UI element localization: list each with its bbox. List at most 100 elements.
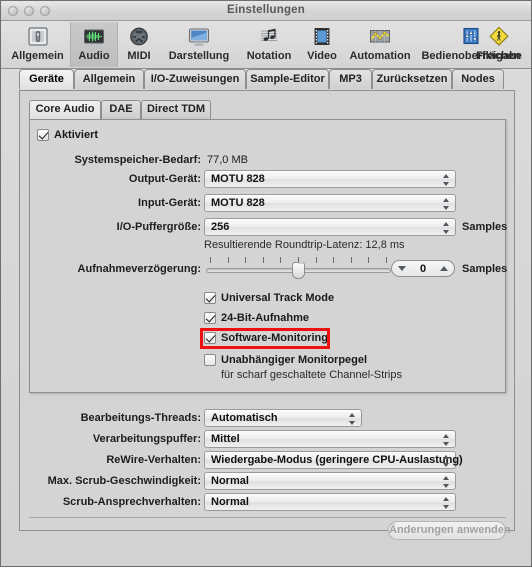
checkbox-universal-track-mode[interactable]: Universal Track Mode xyxy=(204,292,334,304)
slider-tick xyxy=(386,257,387,263)
toolbar-item-label: Video xyxy=(307,50,337,62)
slider-tick xyxy=(280,257,281,263)
label-systemspeicher-bedarf: Systemspeicher-Bedarf: xyxy=(74,154,201,166)
tab-direct-tdm[interactable]: Direct TDM xyxy=(141,100,211,119)
tab-mp3[interactable]: MP3 xyxy=(329,69,372,89)
chevron-updown-icon xyxy=(443,197,450,211)
preferences-tabbar: Geräte Allgemein I/O-Zuweisungen Sample-… xyxy=(1,69,532,91)
notes-icon xyxy=(238,25,300,49)
stepper-aufnahmeverzoegerung[interactable]: 0 xyxy=(391,260,455,277)
checkbox-label: Unabhängiger Monitorpegel xyxy=(221,354,368,366)
slider-tick xyxy=(245,257,246,263)
toolbar-item-label: Freigabe xyxy=(476,50,522,62)
toolbar-item-freigabe[interactable]: Freigabe xyxy=(467,22,531,67)
preferences-window: Einstellungen Allgemein Audio MIDI Darst… xyxy=(0,0,532,567)
popup-value: Mittel xyxy=(211,433,240,445)
chevron-updown-icon xyxy=(443,475,450,489)
label-rewire-verhalten: ReWire-Verhalten: xyxy=(106,454,201,466)
tab-nodes[interactable]: Nodes xyxy=(452,69,504,89)
tab-geraete[interactable]: Geräte xyxy=(19,69,74,89)
toolbar-item-label: Automation xyxy=(349,50,411,62)
apply-changes-button[interactable]: Änderungen anwenden xyxy=(388,521,511,540)
popup-max-scrub-geschwindigkeit[interactable]: Normal xyxy=(204,472,456,490)
checkbox-label: Universal Track Mode xyxy=(221,292,335,304)
popup-value: MOTU 828 xyxy=(211,197,265,209)
toolbar-item-label: Notation xyxy=(246,50,292,62)
label-scrub-ansprechverhalten: Scrub-Ansprechverhalten: xyxy=(62,496,201,508)
unit-aufnahmeverzoegerung: Samples xyxy=(462,263,508,275)
checkbox-box-icon xyxy=(204,332,216,344)
tab-zuruecksetzen[interactable]: Zurücksetzen xyxy=(372,69,452,89)
chevron-updown-icon xyxy=(443,221,450,235)
window-title: Einstellungen xyxy=(227,4,305,16)
slider-tick xyxy=(368,257,369,263)
chevron-updown-icon xyxy=(443,433,450,447)
popup-input-geraet[interactable]: MOTU 828 xyxy=(204,194,456,212)
label-aufnahmeverzoegerung: Aufnahmeverzögerung: xyxy=(77,263,201,275)
chevron-updown-icon xyxy=(443,173,450,187)
label-bearbeitungs-threads: Bearbeitungs-Threads: xyxy=(80,412,201,424)
unit-io-puffergroesse: Samples xyxy=(462,221,508,233)
slider-thumb[interactable] xyxy=(292,259,305,279)
slider-tick xyxy=(333,257,334,263)
slider-aufnahmeverzoegerung[interactable] xyxy=(206,257,391,279)
automation-icon xyxy=(344,25,416,49)
label-output-geraet: Output-Gerät: xyxy=(128,173,201,185)
toolbar-item-video[interactable]: Video xyxy=(300,22,344,67)
monitor-sublabel: für scharf geschaltete Channel-Strips xyxy=(221,369,402,381)
popup-output-geraet[interactable]: MOTU 828 xyxy=(204,170,456,188)
stepper-increment-icon[interactable] xyxy=(440,266,448,271)
window-titlebar: Einstellungen xyxy=(1,1,531,21)
slider-tick xyxy=(210,257,211,263)
label-io-puffergroesse: I/O-Puffergröße: xyxy=(116,221,201,233)
value-systemspeicher-bedarf: 77,0 MB xyxy=(207,154,248,166)
toolbar-item-automation[interactable]: Automation xyxy=(344,22,416,67)
popup-scrub-ansprechverhalten[interactable]: Normal xyxy=(204,493,456,511)
popup-value: Normal xyxy=(211,475,249,487)
popup-verarbeitungspuffer[interactable]: Mittel xyxy=(204,430,456,448)
tab-allgemein[interactable]: Allgemein xyxy=(74,69,144,89)
checkbox-box-icon xyxy=(204,312,216,324)
toolbar-item-midi[interactable]: MIDI xyxy=(118,22,160,67)
preferences-toolbar: Allgemein Audio MIDI Darstellung Notatio… xyxy=(1,21,531,69)
slider-tick xyxy=(228,257,229,263)
chevron-updown-icon xyxy=(443,454,450,468)
label-verarbeitungspuffer: Verarbeitungspuffer: xyxy=(92,433,201,445)
checkbox-box-icon xyxy=(204,354,216,366)
tab-sample-editor[interactable]: Sample-Editor xyxy=(246,69,329,89)
slider-tick xyxy=(316,257,317,263)
toolbar-item-darstellung[interactable]: Darstellung xyxy=(160,22,238,67)
popup-bearbeitungs-threads[interactable]: Automatisch xyxy=(204,409,362,427)
checkbox-aktiviert[interactable]: Aktiviert xyxy=(37,129,98,141)
checkbox-box-icon xyxy=(204,292,216,304)
popup-value: 256 xyxy=(211,221,230,233)
tab-core-audio[interactable]: Core Audio xyxy=(29,100,101,119)
tab-io-zuweisungen[interactable]: I/O-Zuweisungen xyxy=(144,69,246,89)
sharing-icon xyxy=(467,25,531,49)
toolbar-item-label: MIDI xyxy=(127,50,151,62)
tab-dae[interactable]: DAE xyxy=(101,100,141,119)
chevron-updown-icon xyxy=(349,412,356,426)
chevron-updown-icon xyxy=(443,496,450,510)
display-icon xyxy=(160,25,238,49)
label-max-scrub-geschwindigkeit: Max. Scrub-Geschwindigkeit: xyxy=(47,475,201,487)
checkbox-label: Software-Monitoring xyxy=(221,332,328,344)
popup-value: Normal xyxy=(211,496,249,508)
toolbar-item-label: Allgemein xyxy=(11,50,64,62)
slider-tick xyxy=(351,257,352,263)
checkbox-box-icon xyxy=(37,129,49,141)
toolbar-item-allgemein[interactable]: Allgemein xyxy=(5,22,70,67)
toolbar-item-label: Audio xyxy=(78,50,110,62)
popup-value: Automatisch xyxy=(211,412,278,424)
label-input-geraet: Input-Gerät: xyxy=(138,197,201,209)
popup-io-puffergroesse[interactable]: 256 xyxy=(204,218,456,236)
footer-separator xyxy=(29,517,506,518)
popup-rewire-verhalten[interactable]: Wiedergabe-Modus (geringere CPU-Auslastu… xyxy=(204,451,463,469)
checkbox-24-bit-aufnahme[interactable]: 24-Bit-Aufnahme xyxy=(204,312,309,324)
film-icon xyxy=(300,25,344,49)
checkbox-software-monitoring[interactable]: Software-Monitoring xyxy=(204,332,328,344)
checkbox-unabhaengiger-monitorpegel[interactable]: Unabhängiger Monitorpegel xyxy=(204,354,367,366)
toolbar-item-audio[interactable]: Audio xyxy=(70,22,118,67)
checkbox-label: Aktiviert xyxy=(54,129,99,141)
toolbar-item-notation[interactable]: Notation xyxy=(238,22,300,67)
